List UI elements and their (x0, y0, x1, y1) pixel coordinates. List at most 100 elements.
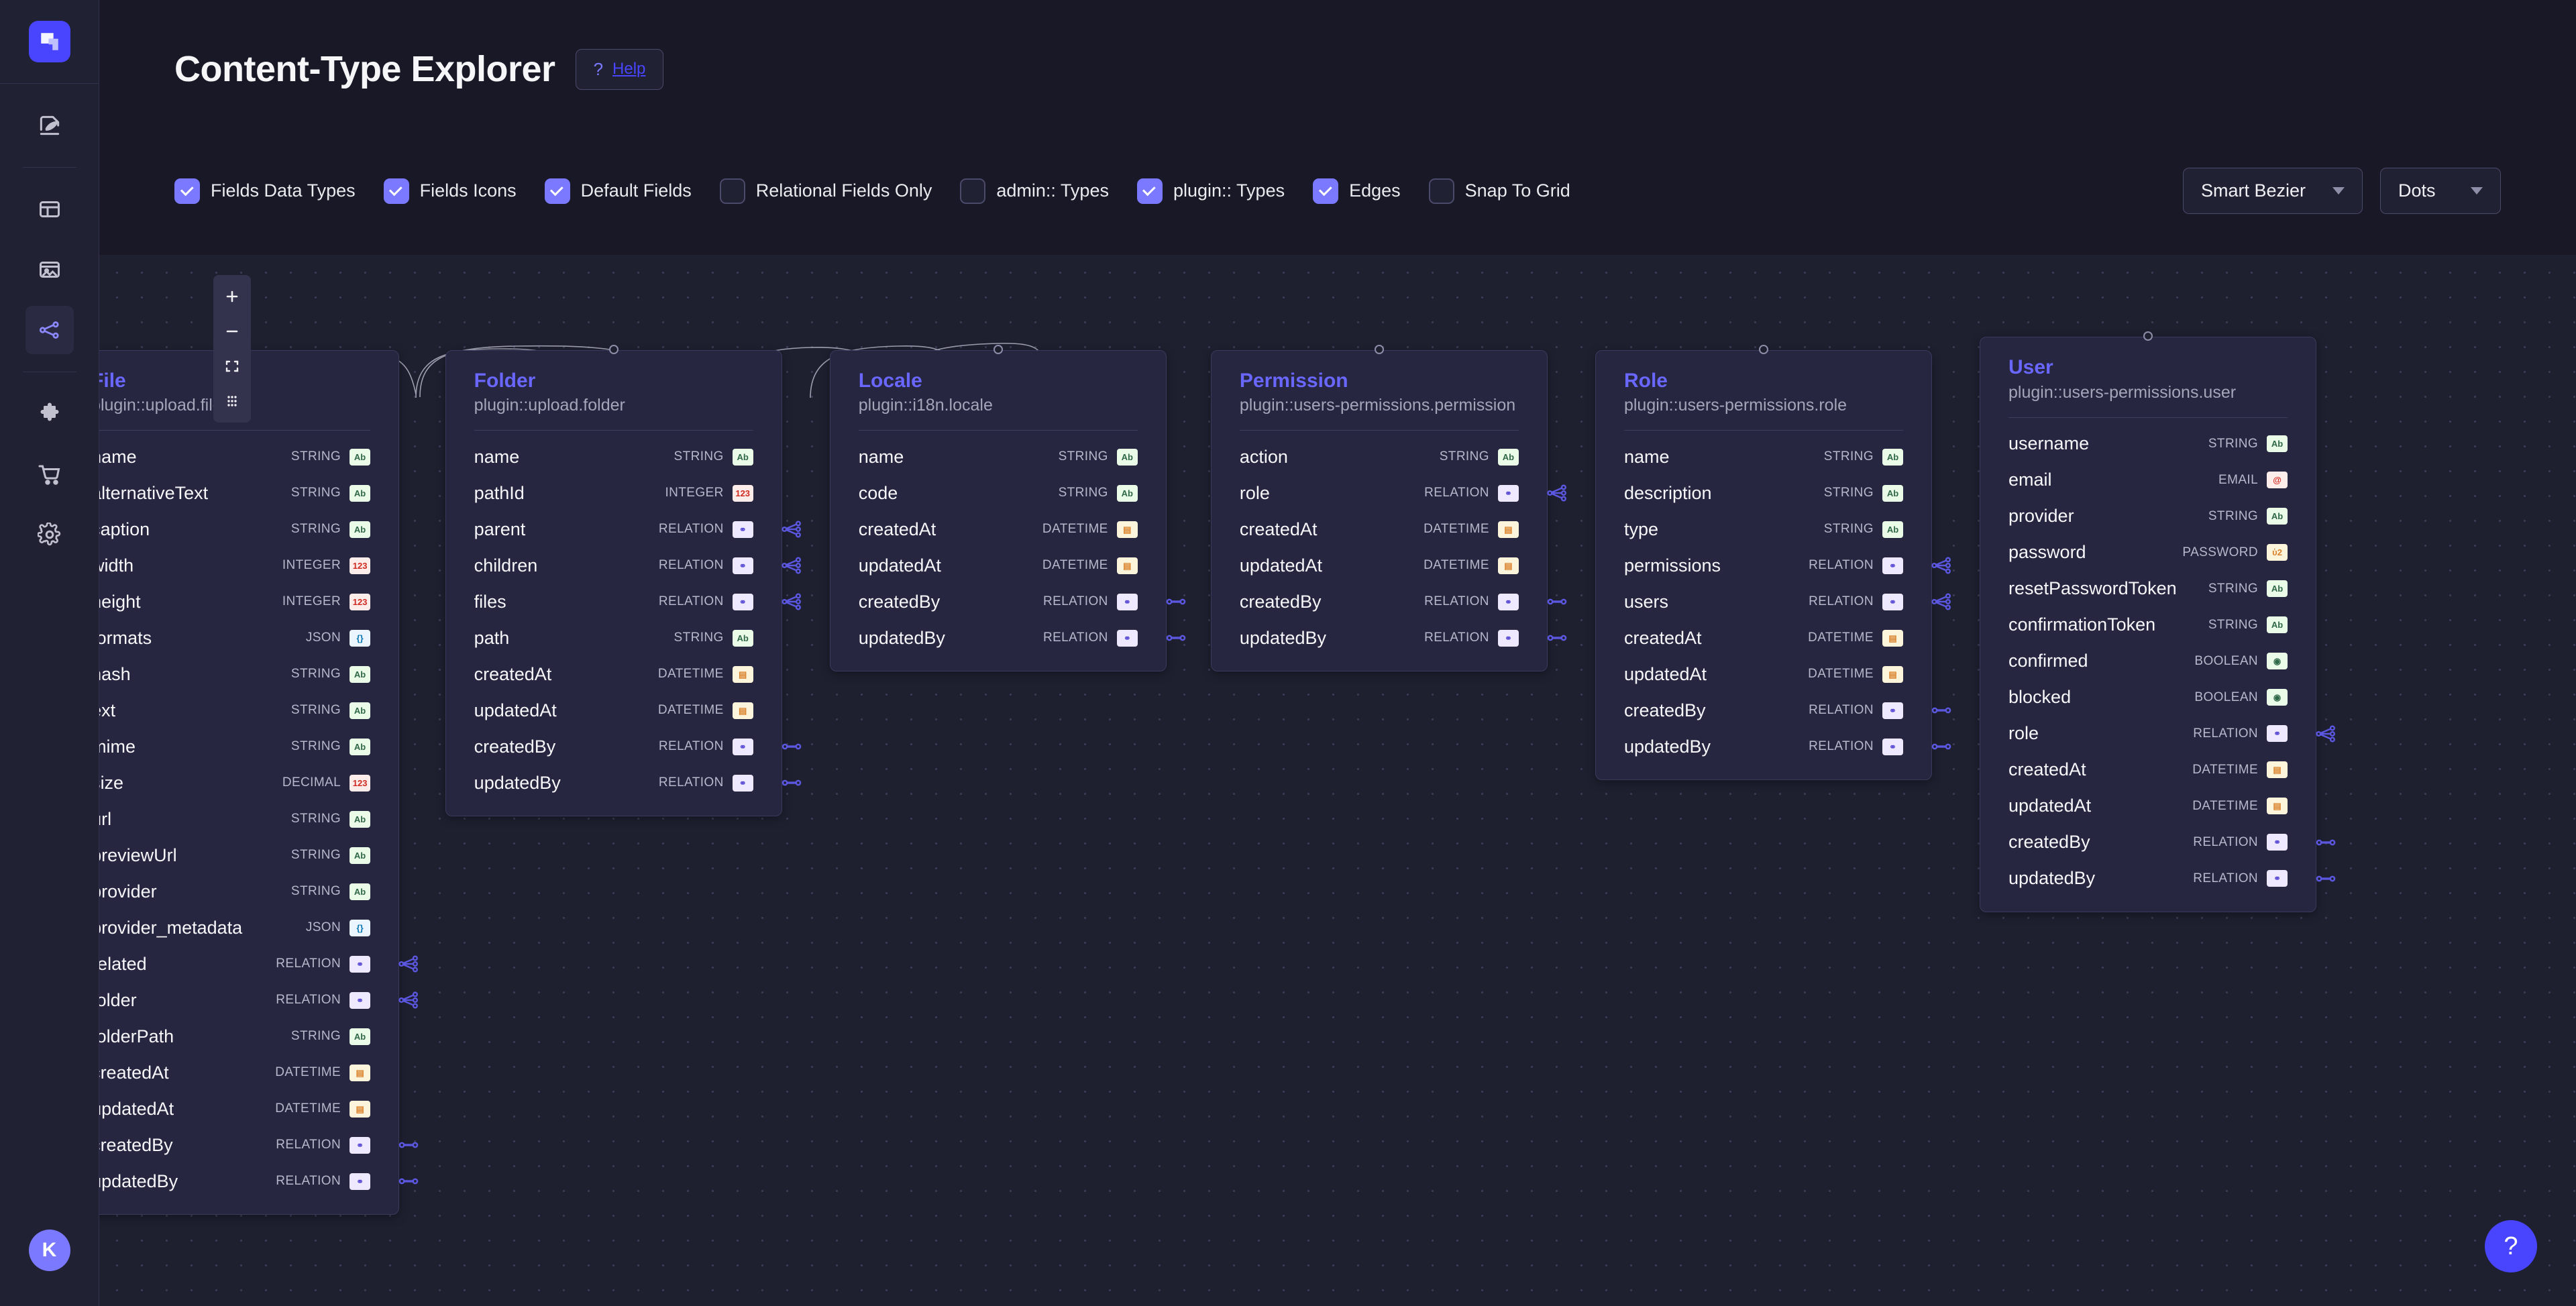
sidebar-item-plugins[interactable] (25, 390, 74, 438)
relation-connector-one-icon[interactable] (1546, 627, 1568, 649)
field-row[interactable]: createdAtDATETIME▤ (1212, 511, 1547, 547)
field-row[interactable]: extSTRINGAb (99, 692, 398, 728)
relation-connector-one-icon[interactable] (1165, 590, 1187, 613)
field-row[interactable]: updatedAtDATETIME▤ (830, 547, 1166, 584)
relation-connector-many-icon[interactable] (1930, 554, 1953, 577)
field-row[interactable]: relatedRELATION⚭ (99, 946, 398, 982)
node-card-permission[interactable]: Permissionplugin::users-permissions.perm… (1211, 350, 1548, 672)
graph-canvas[interactable]: Fileplugin::upload.filenameSTRINGAbalter… (99, 255, 2576, 1306)
field-row[interactable]: createdByRELATION⚭ (99, 1127, 398, 1163)
help-button[interactable]: ? Help (576, 49, 664, 90)
sidebar-item-media-library[interactable] (25, 246, 74, 294)
field-row[interactable]: captionSTRINGAb (99, 511, 398, 547)
node-card-user[interactable]: Userplugin::users-permissions.useruserna… (1980, 337, 2316, 912)
field-row[interactable]: formatsJSON{} (99, 620, 398, 656)
field-row[interactable]: updatedByRELATION⚭ (1980, 861, 2316, 897)
field-row[interactable]: nameSTRINGAb (830, 439, 1166, 475)
field-row[interactable]: passwordPASSWORDὑ2 (1980, 535, 2316, 571)
field-row[interactable]: widthINTEGER123 (99, 547, 398, 584)
field-row[interactable]: filesRELATION⚭ (446, 584, 782, 620)
field-row[interactable]: createdByRELATION⚭ (446, 728, 782, 765)
field-row[interactable]: updatedAtDATETIME▤ (1596, 656, 1931, 692)
field-row[interactable]: updatedByRELATION⚭ (1212, 620, 1547, 656)
checkbox-box[interactable] (174, 178, 200, 204)
field-row[interactable]: heightINTEGER123 (99, 584, 398, 620)
field-row[interactable]: emailEMAIL@ (1980, 462, 2316, 498)
node-top-handle[interactable] (609, 345, 619, 354)
field-row[interactable]: providerSTRINGAb (1980, 498, 2316, 535)
field-row[interactable]: createdAtDATETIME▤ (830, 511, 1166, 547)
node-top-handle[interactable] (1759, 345, 1768, 354)
checkbox-default-fields[interactable]: Default Fields (545, 178, 692, 204)
field-row[interactable]: updatedAtDATETIME▤ (1212, 547, 1547, 584)
checkbox-box[interactable] (1429, 178, 1454, 204)
relation-connector-one-icon[interactable] (780, 771, 803, 794)
field-row[interactable]: childrenRELATION⚭ (446, 547, 782, 584)
toggle-interactivity-button[interactable] (213, 384, 251, 419)
field-row[interactable]: updatedAtDATETIME▤ (1980, 788, 2316, 824)
field-row[interactable]: updatedByRELATION⚭ (99, 1163, 398, 1199)
field-row[interactable]: updatedAtDATETIME▤ (99, 1091, 398, 1127)
field-row[interactable]: sizeDECIMAL123 (99, 765, 398, 801)
field-row[interactable]: urlSTRINGAb (99, 801, 398, 837)
field-row[interactable]: updatedByRELATION⚭ (1596, 728, 1931, 765)
node-card-locale[interactable]: Localeplugin::i18n.localenameSTRINGAbcod… (830, 350, 1167, 672)
sidebar-item-content-manager-write[interactable] (25, 101, 74, 150)
relation-connector-many-icon[interactable] (1546, 482, 1568, 504)
checkbox-box[interactable] (1313, 178, 1338, 204)
node-top-handle[interactable] (994, 345, 1003, 354)
field-row[interactable]: updatedAtDATETIME▤ (446, 692, 782, 728)
field-row[interactable]: previewUrlSTRINGAb (99, 837, 398, 873)
relation-connector-one-icon[interactable] (2314, 867, 2337, 890)
checkbox-box[interactable] (545, 178, 570, 204)
sidebar-item-marketplace[interactable] (25, 450, 74, 498)
field-row[interactable]: roleRELATION⚭ (1980, 716, 2316, 752)
relation-connector-one-icon[interactable] (1165, 627, 1187, 649)
relation-connector-many-icon[interactable] (1930, 590, 1953, 613)
help-fab-button[interactable]: ? (2485, 1220, 2537, 1272)
field-row[interactable]: mimeSTRINGAb (99, 728, 398, 765)
field-row[interactable]: confirmationTokenSTRINGAb (1980, 607, 2316, 643)
field-row[interactable]: roleRELATION⚭ (1212, 475, 1547, 511)
field-row[interactable]: permissionsRELATION⚭ (1596, 547, 1931, 584)
node-card-file[interactable]: Fileplugin::upload.filenameSTRINGAbalter… (99, 350, 399, 1215)
field-row[interactable]: folderPathSTRINGAb (99, 1018, 398, 1054)
field-row[interactable]: typeSTRINGAb (1596, 511, 1931, 547)
checkbox-box[interactable] (1137, 178, 1163, 204)
field-row[interactable]: alternativeTextSTRINGAb (99, 475, 398, 511)
relation-connector-many-icon[interactable] (2314, 722, 2337, 745)
checkbox-plugin-types[interactable]: plugin:: Types (1137, 178, 1285, 204)
node-top-handle[interactable] (2143, 331, 2153, 341)
relation-connector-many-icon[interactable] (780, 518, 803, 541)
field-row[interactable]: folderRELATION⚭ (99, 982, 398, 1018)
field-row[interactable]: blockedBOOLEAN◉ (1980, 679, 2316, 716)
field-row[interactable]: nameSTRINGAb (446, 439, 782, 475)
zoom-out-button[interactable] (213, 314, 251, 349)
field-row[interactable]: confirmedBOOLEAN◉ (1980, 643, 2316, 679)
relation-connector-one-icon[interactable] (780, 735, 803, 758)
relation-connector-one-icon[interactable] (1930, 699, 1953, 722)
background-pattern-select[interactable]: Dots (2380, 168, 2501, 214)
field-row[interactable]: provider_metadataJSON{} (99, 910, 398, 946)
checkbox-box[interactable] (960, 178, 985, 204)
field-row[interactable]: hashSTRINGAb (99, 656, 398, 692)
field-row[interactable]: nameSTRINGAb (99, 439, 398, 475)
field-row[interactable]: providerSTRINGAb (99, 873, 398, 910)
zoom-in-button[interactable] (213, 279, 251, 314)
checkbox-fields-icons[interactable]: Fields Icons (384, 178, 517, 204)
field-row[interactable]: descriptionSTRINGAb (1596, 475, 1931, 511)
sidebar-item-content-type-explorer[interactable] (25, 306, 74, 354)
field-row[interactable]: updatedByRELATION⚭ (830, 620, 1166, 656)
relation-connector-one-icon[interactable] (397, 1134, 420, 1156)
checkbox-edges[interactable]: Edges (1313, 178, 1401, 204)
avatar[interactable]: K (29, 1230, 70, 1271)
edge-type-select[interactable]: Smart Bezier (2183, 168, 2363, 214)
relation-connector-one-icon[interactable] (1546, 590, 1568, 613)
field-row[interactable]: createdByRELATION⚭ (830, 584, 1166, 620)
strapi-logo-icon[interactable] (29, 21, 70, 62)
field-row[interactable]: actionSTRINGAb (1212, 439, 1547, 475)
relation-connector-one-icon[interactable] (2314, 831, 2337, 854)
field-row[interactable]: createdAtDATETIME▤ (99, 1054, 398, 1091)
field-row[interactable]: createdByRELATION⚭ (1980, 824, 2316, 861)
checkbox-box[interactable] (720, 178, 745, 204)
